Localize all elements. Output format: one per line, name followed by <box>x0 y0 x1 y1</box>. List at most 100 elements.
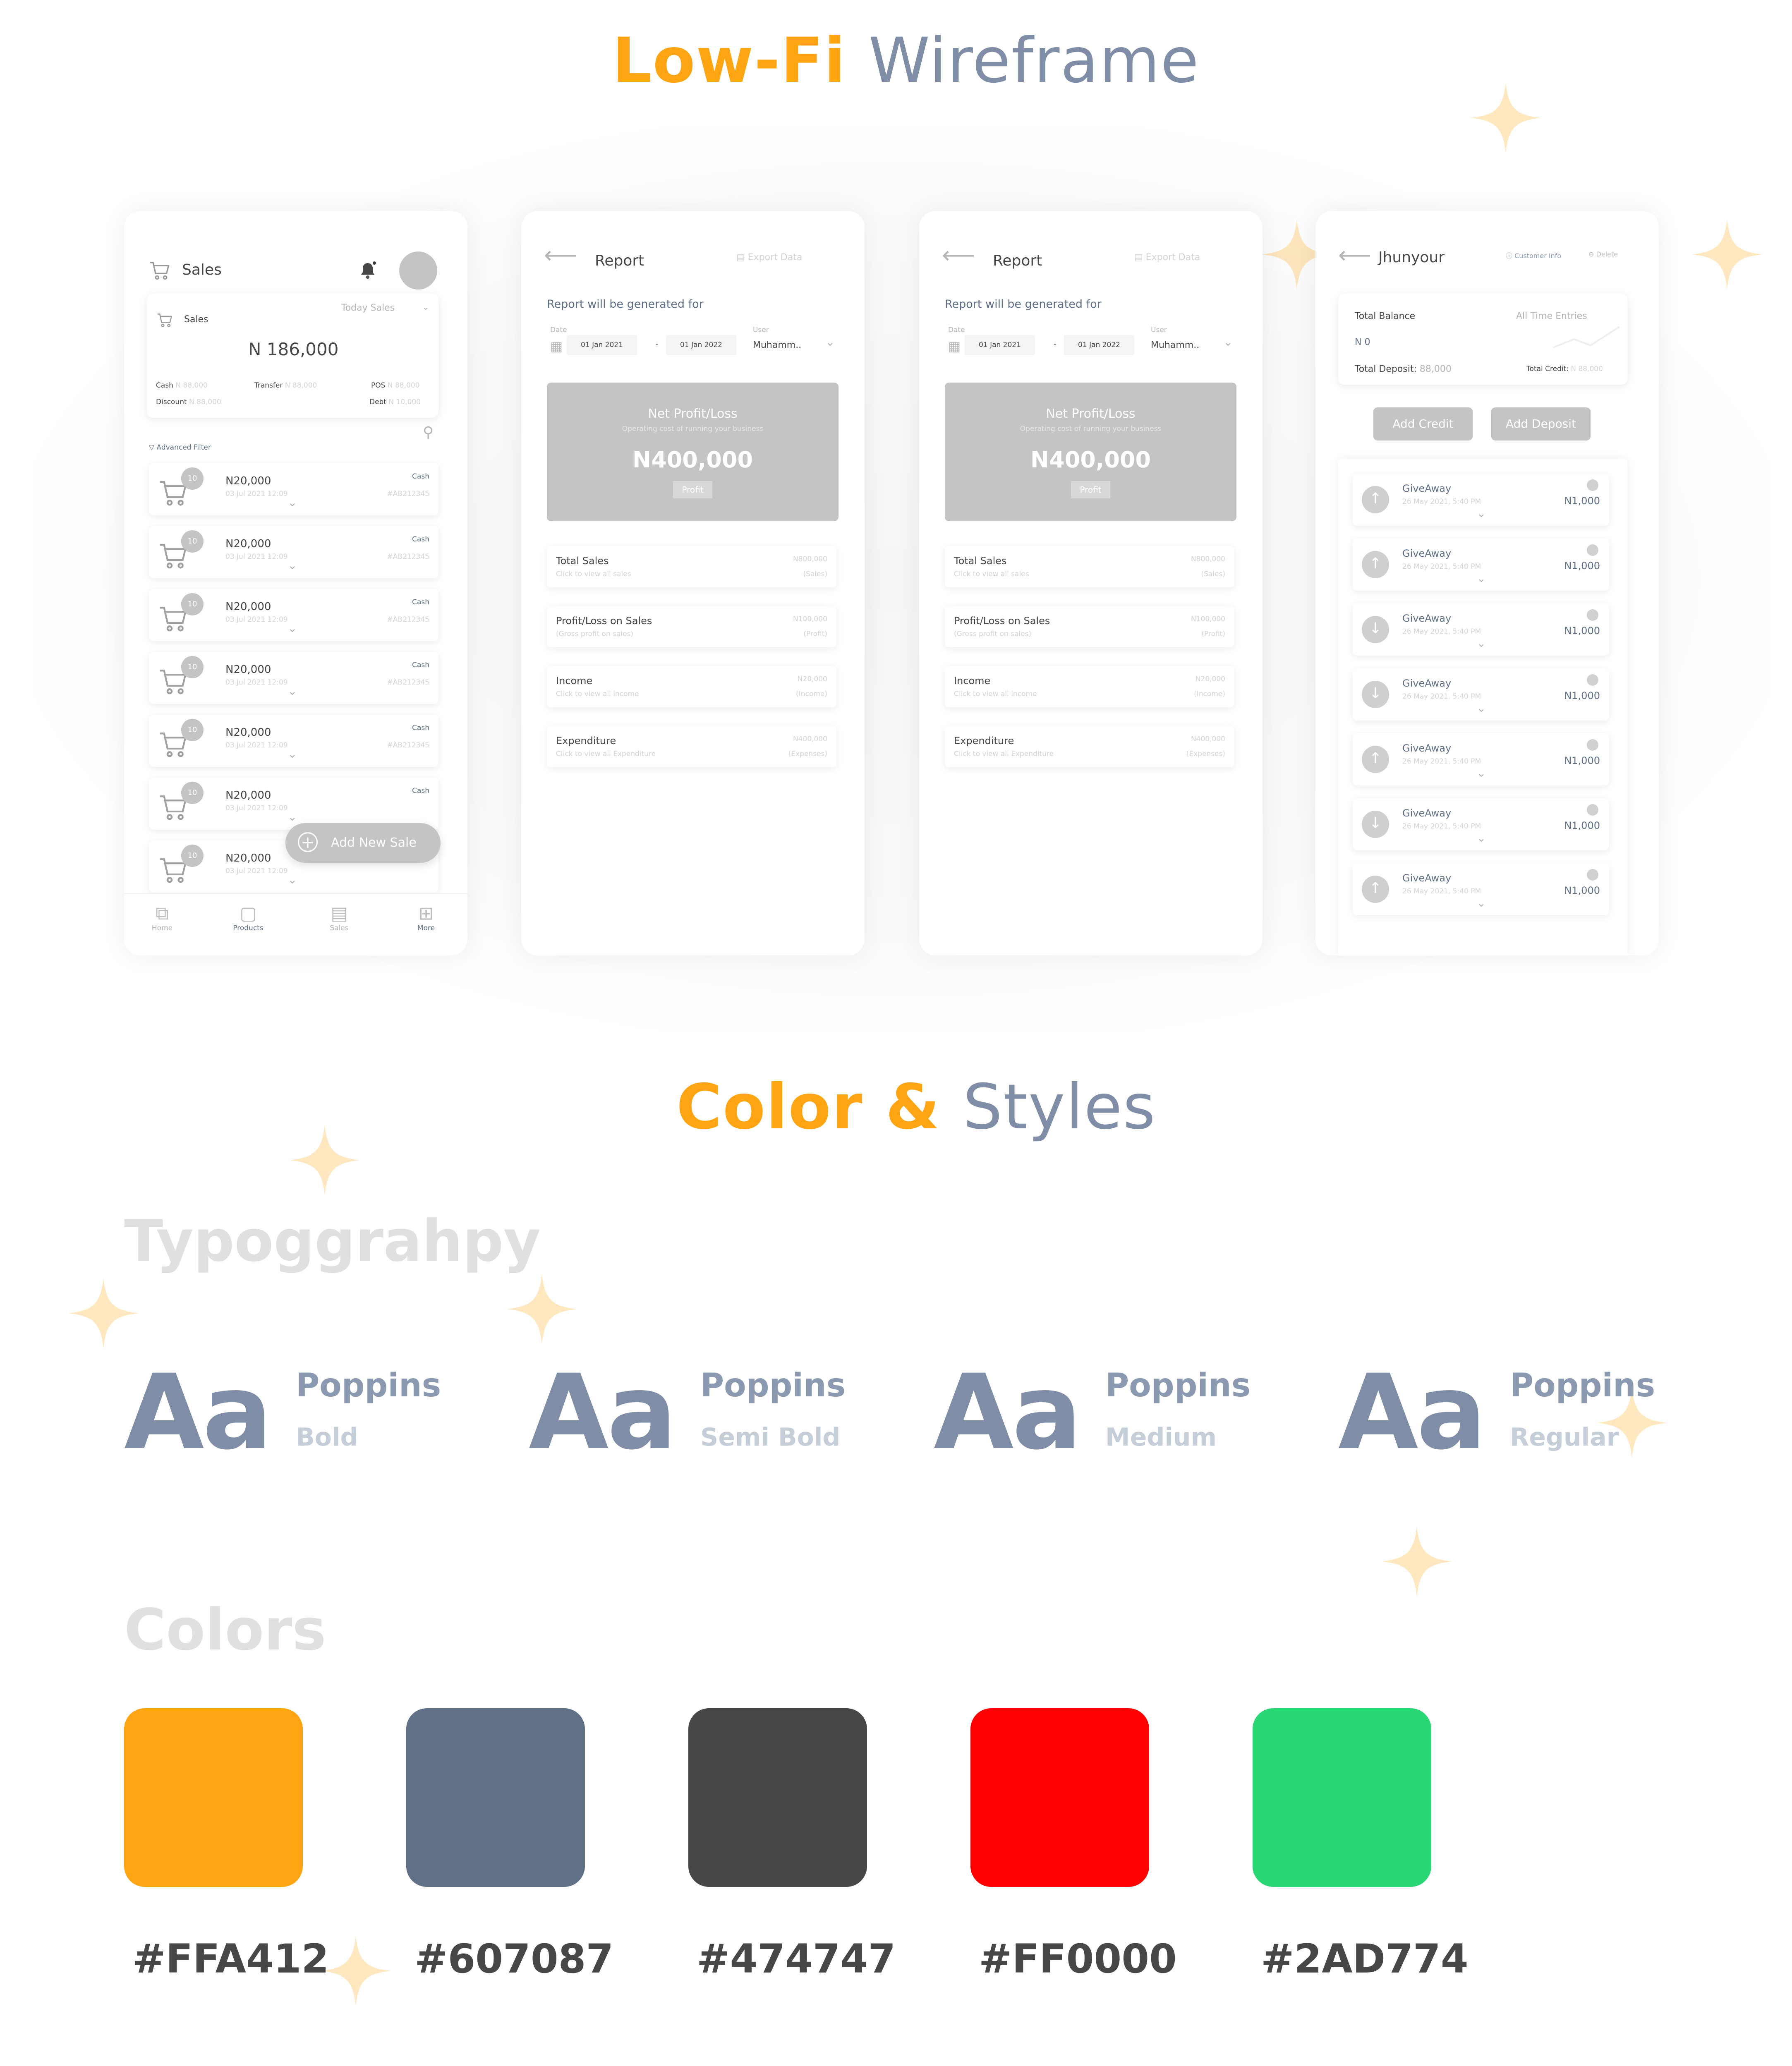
transaction-title: GiveAway <box>1402 548 1452 559</box>
receipt-icon[interactable] <box>1587 609 1598 621</box>
report-row[interactable]: Total Sales Click to view all sales N800,0… <box>547 546 836 587</box>
chevron-down-icon[interactable]: ⌄ <box>287 873 297 886</box>
sale-reference: #AB212345 <box>387 615 429 624</box>
nav-home[interactable]: ⧉ Home <box>141 903 183 932</box>
sparkle-star-icon <box>68 1278 139 1348</box>
color-hex-label: #2AD774 <box>1261 1936 1469 1982</box>
report-row[interactable]: Total Sales Click to view all sales N800,0… <box>945 546 1234 587</box>
date-from-field[interactable]: 01 Jan 2021 <box>567 335 637 355</box>
quantity-badge: 10 <box>181 530 204 553</box>
date-to-field[interactable]: 01 Jan 2022 <box>1064 335 1134 355</box>
back-arrow-icon[interactable]: ⟵ <box>942 242 975 269</box>
avatar[interactable] <box>399 251 437 290</box>
chevron-down-icon[interactable]: ⌄ <box>1477 832 1486 845</box>
receipt-icon[interactable] <box>1587 674 1598 686</box>
net-profit-title: Net Profit/Loss <box>648 407 738 421</box>
chevron-down-icon[interactable]: ⌄ <box>287 558 297 572</box>
nav-sales[interactable]: ▤ Sales <box>319 903 360 932</box>
list-item[interactable]: 10 N20,000 03 Jul 2021 12:09 Cash #AB212345 ⌄ <box>149 652 438 704</box>
list-item[interactable]: 10 N20,000 03 Jul 2021 12:09 Cash ⌄ <box>149 778 438 830</box>
chevron-down-icon[interactable]: ⌄ <box>287 810 297 824</box>
receipt-icon[interactable] <box>1587 739 1598 751</box>
chevron-down-icon[interactable]: ⌄ <box>1477 637 1486 650</box>
transaction-row[interactable]: ↑ GiveAway 26 May 2021, 5:40 PM N1,000 ⌄ <box>1353 539 1609 591</box>
chevron-down-icon[interactable]: ⌄ <box>1223 335 1233 349</box>
chevron-down-icon[interactable]: ⌄ <box>1477 702 1486 715</box>
chevron-down-icon[interactable]: ⌄ <box>287 621 297 635</box>
transfer-label: Transfer <box>254 381 283 390</box>
page-title: Report <box>993 252 1042 269</box>
chevron-down-icon[interactable]: ⌄ <box>825 335 835 349</box>
report-row[interactable]: Expenditure Click to view all Expenditure… <box>945 726 1234 767</box>
transaction-row[interactable]: ↑ GiveAway 26 May 2021, 5:40 PM N1,000 ⌄ <box>1353 863 1609 915</box>
nav-products[interactable]: ▢ Products <box>223 903 273 932</box>
report-row[interactable]: Income Click to view all income N20,000 (In… <box>945 666 1234 707</box>
profit-tag: Profit <box>673 481 712 498</box>
add-new-sale-button[interactable]: + Add New Sale <box>285 823 441 863</box>
sale-date: 03 Jul 2021 12:09 <box>225 867 288 875</box>
back-arrow-icon[interactable]: ⟵ <box>544 242 577 269</box>
report-row[interactable]: Profit/Loss on Sales (Gross profit on sal… <box>945 606 1234 647</box>
receipt-icon[interactable] <box>1587 544 1598 556</box>
chevron-down-icon[interactable]: ⌄ <box>422 302 429 312</box>
report-row[interactable]: Income Click to view all income N20,000 (In… <box>547 666 836 707</box>
transaction-row[interactable]: ↑ GiveAway 26 May 2021, 5:40 PM N1,000 ⌄ <box>1353 474 1609 526</box>
list-item[interactable]: 10 N20,000 03 Jul 2021 12:09 Cash #AB212345 ⌄ <box>149 589 438 641</box>
transaction-row[interactable]: ↑ GiveAway 26 May 2021, 5:40 PM N1,000 ⌄ <box>1353 733 1609 785</box>
quantity-badge: 10 <box>181 845 204 867</box>
color-hex-label: #FFA412 <box>132 1936 329 1982</box>
sale-amount: N20,000 <box>225 538 271 550</box>
user-select[interactable]: Muhamm.. <box>1151 340 1199 350</box>
entries-filter[interactable]: All Time Entries <box>1516 311 1587 321</box>
payment-method: Cash <box>412 598 429 606</box>
transaction-title: GiveAway <box>1402 872 1452 884</box>
receipt-icon[interactable] <box>1587 804 1598 816</box>
user-select[interactable]: Muhamm.. <box>753 340 801 350</box>
chevron-down-icon[interactable]: ⌄ <box>1477 767 1486 780</box>
font-sample: Aa <box>1338 1352 1486 1472</box>
report-row-title: Profit/Loss on Sales <box>556 615 652 627</box>
receipt-icon[interactable] <box>1587 479 1598 491</box>
report-row[interactable]: Expenditure Click to view all Expenditure… <box>547 726 836 767</box>
document-icon: ▤ <box>331 903 348 924</box>
export-data-button[interactable]: ▤ Export Data <box>1134 252 1200 263</box>
period-filter[interactable]: Today Sales <box>341 303 395 313</box>
summary-label: Sales <box>184 314 208 325</box>
search-icon[interactable]: ⚲ <box>423 424 434 441</box>
receipt-icon[interactable] <box>1587 869 1598 881</box>
report-row-value: N100,000 <box>1191 615 1225 623</box>
discount-label: Discount <box>156 398 187 406</box>
list-item[interactable]: 10 N20,000 03 Jul 2021 12:09 Cash #AB212345 ⌄ <box>149 715 438 767</box>
back-arrow-icon[interactable]: ⟵ <box>1338 242 1371 269</box>
transaction-row[interactable]: ↓ GiveAway 26 May 2021, 5:40 PM N1,000 ⌄ <box>1353 603 1609 656</box>
chevron-down-icon[interactable]: ⌄ <box>287 684 297 698</box>
font-sample: Aa <box>934 1352 1082 1472</box>
transaction-row[interactable]: ↓ GiveAway 26 May 2021, 5:40 PM N1,000 ⌄ <box>1353 798 1609 850</box>
date-to-field[interactable]: 01 Jan 2022 <box>666 335 736 355</box>
date-from-field[interactable]: 01 Jan 2021 <box>965 335 1035 355</box>
list-item[interactable]: 10 N20,000 03 Jul 2021 12:09 Cash #AB212345 ⌄ <box>149 526 438 578</box>
add-deposit-button[interactable]: Add Deposit <box>1491 407 1591 440</box>
report-row-title: Total Sales <box>954 555 1007 567</box>
chevron-down-icon[interactable]: ⌄ <box>287 496 297 509</box>
arrow-down-icon: ↓ <box>1362 681 1389 708</box>
transaction-row[interactable]: ↓ GiveAway 26 May 2021, 5:40 PM N1,000 ⌄ <box>1353 668 1609 721</box>
chevron-down-icon[interactable]: ⌄ <box>1477 572 1486 585</box>
nav-more[interactable]: ⊞ More <box>405 903 447 932</box>
advanced-filter[interactable]: ▽ Advanced Filter <box>149 443 211 452</box>
add-credit-button[interactable]: Add Credit <box>1373 407 1473 440</box>
transaction-amount: N1,000 <box>1564 885 1600 896</box>
list-item[interactable]: 10 N20,000 03 Jul 2021 12:09 Cash #AB212345 ⌄ <box>149 463 438 515</box>
bell-icon[interactable] <box>358 260 378 281</box>
report-row-tag: (Sales) <box>1201 570 1225 578</box>
delete-button[interactable]: ⊖ Delete <box>1588 250 1618 258</box>
export-data-button[interactable]: ▤ Export Data <box>736 252 802 263</box>
report-row-tag: (Expenses) <box>1186 750 1225 758</box>
credit-value: N 88,000 <box>1571 365 1603 373</box>
chevron-down-icon[interactable]: ⌄ <box>1477 508 1486 520</box>
report-row[interactable]: Profit/Loss on Sales (Gross profit on sal… <box>547 606 836 647</box>
cash-value: N 88,000 <box>175 381 208 390</box>
chevron-down-icon[interactable]: ⌄ <box>287 747 297 761</box>
chevron-down-icon[interactable]: ⌄ <box>1477 897 1486 910</box>
customer-info-button[interactable]: ⓘ Customer Info <box>1506 250 1561 260</box>
